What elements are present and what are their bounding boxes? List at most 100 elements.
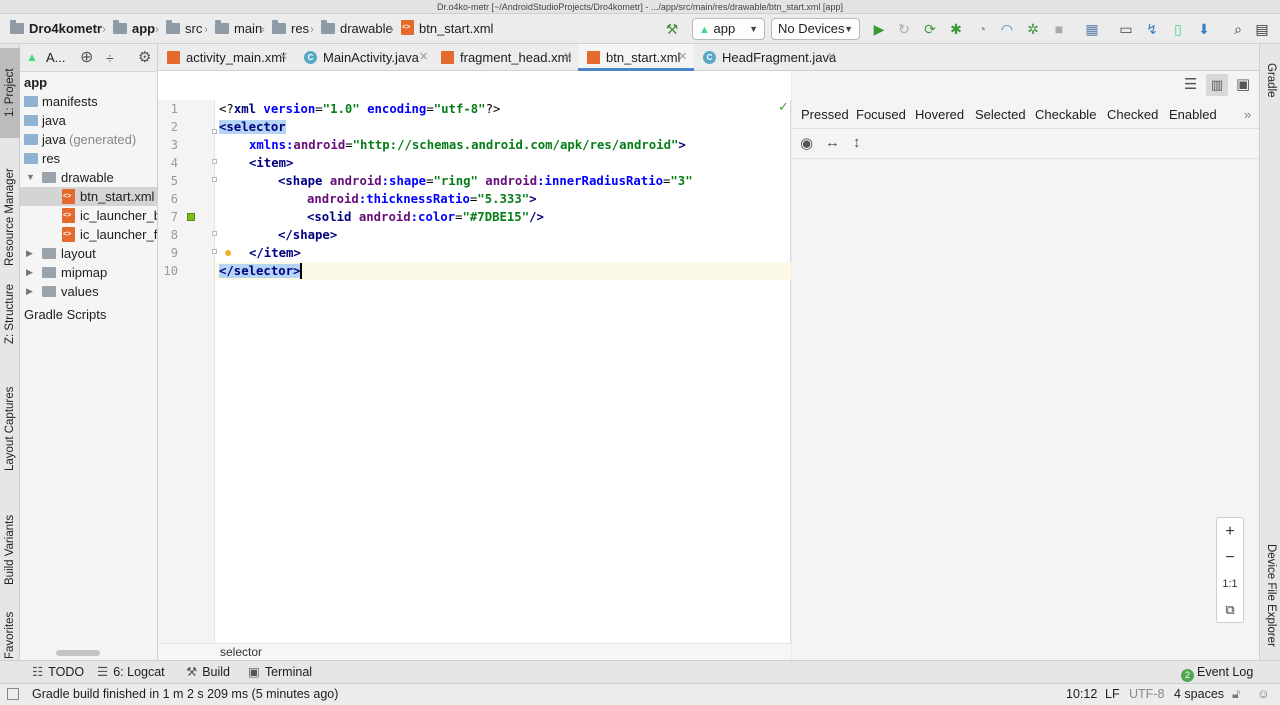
close-icon[interactable]: ✕ [279,44,288,71]
run-icon[interactable]: ▶ [869,19,889,39]
tab-main-activity[interactable]: C MainActivity.java ✕ [295,44,432,71]
breadcrumb-project[interactable]: Dro4kometr [10,14,102,44]
lock-icon[interactable]: 🔓︎ [1232,684,1240,705]
editor-breadcrumb[interactable]: selector [158,643,791,660]
state-focused[interactable]: Focused [856,100,906,129]
project-structure-icon[interactable]: ▦ [1082,19,1102,39]
more-states-icon[interactable]: » [1244,100,1251,129]
tool-tab-build[interactable]: ⚒ Build [186,661,230,684]
close-icon[interactable]: ✕ [827,44,836,71]
gear-icon[interactable]: ⚙ [138,44,151,72]
profile-icon[interactable]: ◠ [997,19,1017,39]
fold-marker-icon[interactable] [212,177,217,182]
tree-item-ic-launcher-foreground[interactable]: ic_launcher_fo [20,225,157,244]
debug-icon[interactable]: ✱ [946,19,966,39]
fold-marker-icon[interactable] [212,249,217,254]
zoom-in-button[interactable]: + [1217,519,1243,545]
stop-icon[interactable]: ■ [1049,19,1069,39]
terminal-icon[interactable]: ▭ [1116,19,1136,39]
tool-tab-resource-manager[interactable]: Resource Manager [0,142,20,292]
project-view-select[interactable]: A... [46,44,66,72]
lightbulb-icon[interactable]: ● [224,244,232,260]
close-icon[interactable]: ✕ [419,44,428,71]
vertical-resize-icon[interactable]: ↕ [853,134,861,151]
state-pressed[interactable]: Pressed [801,100,849,129]
tree-item-ic-launcher-background[interactable]: ic_launcher_b [20,206,157,225]
rerun-icon[interactable]: ↻ [894,19,914,39]
sync-icon[interactable]: ↯ [1142,19,1162,39]
state-hovered[interactable]: Hovered [915,100,964,129]
state-enabled[interactable]: Enabled [1169,100,1217,129]
state-checkable[interactable]: Checkable [1035,100,1096,129]
fold-marker-icon[interactable] [212,159,217,164]
hammer-icon[interactable]: ⚒ [662,19,682,39]
close-icon[interactable]: ✕ [563,44,572,71]
tree-item-drawable[interactable]: ▼ drawable [20,168,157,187]
zoom-out-button[interactable]: − [1217,545,1243,571]
state-selected[interactable]: Selected [975,100,1026,129]
locate-icon[interactable]: ⊕ [80,44,93,72]
inspector-icon[interactable]: ☺ [1257,684,1270,705]
run-config-select[interactable]: ▲ app ▼ [692,18,765,40]
apply-changes-icon[interactable]: ⟳ [920,19,940,39]
collapse-all-icon[interactable]: ÷ [106,44,114,72]
tool-tab-project[interactable]: 1: Project [0,48,20,138]
breadcrumb-res[interactable]: res [272,14,309,44]
tool-tab-terminal[interactable]: ▣ Terminal [248,661,312,684]
design-view-icon[interactable]: ▣ [1236,75,1250,93]
tree-item-app[interactable]: app [20,73,157,92]
zoom-actual-button[interactable]: 1:1 [1217,571,1243,597]
tree-item-manifests[interactable]: manifests [20,92,157,111]
event-log-tab[interactable]: 2 Event Log [1181,661,1253,684]
line-separator[interactable]: LF [1105,684,1120,705]
tree-item-java[interactable]: java [20,111,157,130]
split-view-icon[interactable]: ▥ [1206,74,1228,96]
sdk-manager-icon[interactable]: ⬇ [1194,19,1214,39]
breadcrumb-app[interactable]: app [113,14,155,44]
breadcrumb-drawable[interactable]: drawable [321,14,393,44]
settings-icon[interactable]: ▤ [1252,19,1272,39]
drawable-preview-canvas[interactable] [792,159,1259,660]
tool-tab-build-variants[interactable]: Build Variants [0,500,20,600]
breadcrumb-file[interactable]: btn_start.xml [401,14,493,44]
tree-item-values[interactable]: ▶ values [20,282,157,301]
code-editor[interactable]: ✓ 1 2 3 4 5 6 7 8 9 10 ● <?xml version="… [158,71,791,660]
tree-item-gradle-scripts[interactable]: Gradle Scripts [20,305,157,324]
device-select[interactable]: No Devices ▼ [771,18,860,40]
tool-tab-structure[interactable]: Z: Structure [0,274,20,354]
fold-marker-icon[interactable] [212,129,217,134]
tool-tab-layout-captures[interactable]: Layout Captures [0,374,20,484]
tab-btn-start[interactable]: btn_start.xml ✕ [578,44,694,71]
breadcrumb-main[interactable]: main [215,14,262,44]
android-debug-icon[interactable]: ✲ [1023,19,1043,39]
avd-manager-icon[interactable]: ▯ [1168,19,1188,39]
tree-item-mipmap[interactable]: ▶ mipmap [20,263,157,282]
attach-debugger-icon[interactable]: ◔ [972,19,992,39]
tool-tab-device-file-explorer[interactable]: Device File Explorer [1260,530,1280,660]
file-encoding[interactable]: UTF-8 [1129,684,1164,705]
status-message[interactable]: Gradle build finished in 1 m 2 s 209 ms … [32,684,338,705]
tab-activity-main[interactable]: activity_main.xml ✕ [158,44,295,71]
tool-tab-favorites[interactable]: Favorites [0,610,20,660]
tab-fragment-head[interactable]: fragment_head.xml ✕ [432,44,578,71]
indent-setting[interactable]: 4 spaces [1174,684,1224,705]
tool-tab-todo[interactable]: ☷ TODO [32,661,84,684]
horizontal-resize-icon[interactable]: ↔ [825,134,840,151]
code-view-icon[interactable]: ☰ [1184,75,1197,93]
close-icon[interactable]: ✕ [678,44,687,71]
tree-item-layout[interactable]: ▶ layout [20,244,157,263]
caret-position[interactable]: 10:12 [1066,684,1097,705]
tree-item-btn-start[interactable]: btn_start.xml [20,187,157,206]
tree-item-java-generated[interactable]: java (generated) [20,130,157,149]
tree-item-res[interactable]: res [20,149,157,168]
horizontal-scrollbar[interactable] [56,650,100,656]
eye-icon[interactable]: ◉ [800,134,813,152]
state-checked[interactable]: Checked [1107,100,1158,129]
fold-marker-icon[interactable] [212,231,217,236]
breadcrumb-src[interactable]: src [166,14,202,44]
tool-tab-logcat[interactable]: ☰ 6: Logcat [97,661,165,684]
zoom-fit-icon[interactable]: ⧉ [1217,597,1243,623]
toggle-tool-windows-icon[interactable] [7,688,19,700]
color-swatch[interactable] [187,213,195,221]
tool-tab-gradle[interactable]: Gradle [1260,50,1280,110]
